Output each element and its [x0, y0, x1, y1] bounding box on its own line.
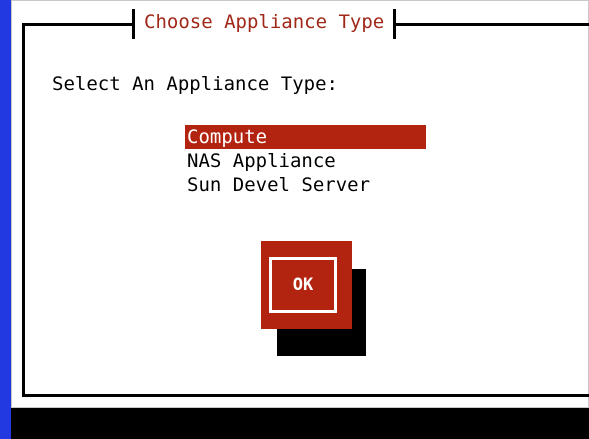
- appliance-type-dialog: Choose Appliance Type Select An Applianc…: [11, 0, 589, 408]
- screen-left-edge: [0, 0, 11, 439]
- dialog-shadow-bar: [11, 408, 589, 439]
- terminal-screen: Choose Appliance Type Select An Applianc…: [0, 0, 589, 439]
- ok-button[interactable]: OK: [261, 241, 352, 329]
- list-item-compute[interactable]: Compute: [185, 125, 426, 149]
- dialog-title: Choose Appliance Type: [144, 11, 385, 33]
- dialog-title-box: Choose Appliance Type: [132, 9, 397, 39]
- list-item-sun-devel-server[interactable]: Sun Devel Server: [185, 173, 426, 197]
- dialog-prompt: Select An Appliance Type:: [52, 73, 338, 95]
- ok-button-label: OK: [292, 275, 314, 295]
- ok-button-focus-box: OK: [269, 257, 337, 313]
- list-item-nas-appliance[interactable]: NAS Appliance: [185, 149, 426, 173]
- appliance-type-list[interactable]: Compute NAS Appliance Sun Devel Server: [185, 125, 426, 197]
